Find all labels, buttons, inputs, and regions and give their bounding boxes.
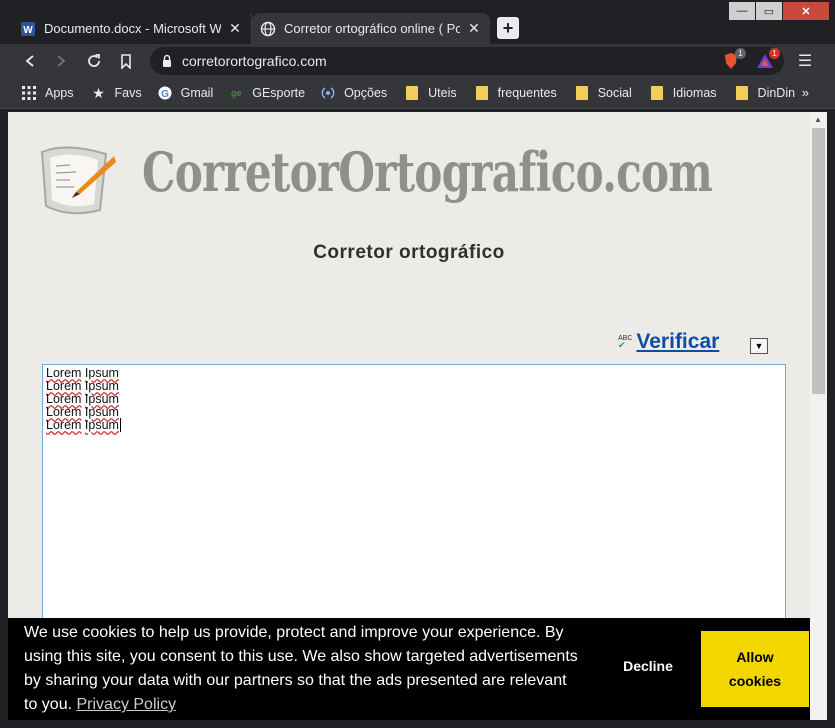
folder-icon bbox=[735, 86, 749, 100]
options-icon bbox=[321, 86, 335, 100]
bookmark-label: frequentes bbox=[497, 86, 557, 100]
bookmark-label: Idiomas bbox=[672, 86, 717, 100]
editor-line: Lorem Ipsum bbox=[46, 366, 119, 380]
window-edge bbox=[827, 112, 835, 728]
cookie-message: We use cookies to help us provide, prote… bbox=[24, 624, 578, 713]
bookmark-label: DinDin bbox=[757, 86, 796, 100]
bookmark-label: GEsporte bbox=[252, 86, 306, 100]
bookmark-label: Opções bbox=[344, 86, 388, 100]
back-icon[interactable] bbox=[21, 52, 39, 70]
svg-text:G: G bbox=[161, 89, 169, 100]
reload-icon[interactable] bbox=[85, 52, 103, 70]
bookmark-label: Uteis bbox=[428, 86, 457, 100]
bookmark-gesporte[interactable]: ge GEsporte bbox=[229, 86, 305, 100]
editor-line: Lorem Ipsum bbox=[46, 379, 119, 393]
decline-cookies-button[interactable]: Decline bbox=[608, 658, 688, 674]
cookie-banner: We use cookies to help us provide, prote… bbox=[8, 618, 810, 720]
bookmark-favs[interactable]: ★ Favs bbox=[92, 84, 142, 101]
verify-link[interactable]: Verificar bbox=[636, 330, 719, 354]
tab-close-icon[interactable]: ✕ bbox=[466, 20, 482, 37]
scrollbar-thumb[interactable] bbox=[812, 128, 825, 394]
bookmark-folder-idiomas[interactable]: Idiomas bbox=[650, 86, 717, 100]
folder-icon bbox=[405, 86, 419, 100]
extension-badge: 1 bbox=[735, 48, 746, 59]
bookmark-folder-social[interactable]: Social bbox=[575, 86, 632, 100]
bookmark-label: Favs bbox=[114, 86, 142, 100]
forward-icon[interactable] bbox=[52, 52, 70, 70]
word-icon: W bbox=[21, 21, 35, 36]
logo-quill-icon bbox=[40, 146, 116, 215]
google-icon: G bbox=[158, 86, 172, 100]
brave-rewards-icon[interactable]: 1 bbox=[756, 48, 780, 70]
folder-icon bbox=[650, 86, 664, 100]
spellcheck-abc-icon: ABC ✔ bbox=[618, 334, 633, 350]
bookmark-opcoes[interactable]: Opções bbox=[321, 86, 387, 100]
apps-grid-icon bbox=[22, 86, 36, 100]
folder-icon bbox=[575, 86, 589, 100]
editor-line: Lorem Ipsum bbox=[46, 405, 119, 419]
bookmark-label: Social bbox=[597, 86, 632, 100]
bookmark-folder-frequentes[interactable]: frequentes bbox=[475, 86, 557, 100]
address-bar[interactable]: corretorortografico.com bbox=[150, 47, 784, 75]
minimize-button[interactable]: — bbox=[729, 2, 755, 20]
globe-icon bbox=[260, 21, 276, 36]
bookmark-label: Gmail bbox=[180, 86, 214, 100]
bookmark-folder-uteis[interactable]: Uteis bbox=[405, 86, 457, 100]
svg-text:W: W bbox=[23, 25, 33, 36]
bookmark-folder-dindin[interactable]: DinDin bbox=[735, 86, 796, 100]
menu-icon[interactable]: ☰ bbox=[796, 52, 814, 70]
bookmark-icon[interactable] bbox=[117, 52, 135, 70]
page-scrollbar[interactable]: ▲ bbox=[810, 112, 827, 720]
browser-window: W Documento.docx - Microsoft Word ✕ Corr… bbox=[0, 0, 835, 728]
url-text: corretorortografico.com bbox=[182, 53, 327, 69]
tab-close-icon[interactable]: ✕ bbox=[227, 20, 243, 37]
privacy-policy-link[interactable]: Privacy Policy bbox=[76, 696, 176, 713]
verify-control: ABC ✔ Verificar bbox=[618, 330, 719, 354]
star-icon: ★ bbox=[92, 84, 105, 101]
tab-word-document[interactable]: W Documento.docx - Microsoft Word ✕ bbox=[12, 13, 252, 44]
editor-line: Lorem Ipsum bbox=[46, 392, 119, 406]
browser-toolbar: corretorortografico.com 1 1 ☰ bbox=[0, 44, 835, 78]
chevron-down-icon[interactable]: ▼ bbox=[750, 338, 768, 354]
new-tab-button[interactable]: + bbox=[497, 17, 519, 39]
bookmarks-bar: Apps ★ Favs G Gmail ge GEsporte Opções U… bbox=[0, 78, 835, 109]
editor-line: Lorem Ipsum bbox=[46, 418, 121, 432]
bookmark-apps[interactable]: Apps bbox=[22, 86, 74, 100]
bookmark-gmail[interactable]: G Gmail bbox=[158, 86, 214, 100]
tab-corretor[interactable]: Corretor ortográfico online ( Português … bbox=[252, 13, 490, 44]
scroll-up-icon[interactable]: ▲ bbox=[814, 115, 822, 124]
ge-icon: ge bbox=[230, 88, 242, 98]
allow-cookies-button[interactable]: Allow cookies bbox=[701, 631, 809, 707]
tab-strip: W Documento.docx - Microsoft Word ✕ Corr… bbox=[0, 0, 835, 44]
brave-shield-icon[interactable]: 1 bbox=[722, 48, 746, 70]
folder-icon bbox=[475, 86, 489, 100]
site-logo-text[interactable]: CorretorOrtografico.com bbox=[142, 140, 713, 204]
tab-title: Corretor ortográfico online ( Português bbox=[284, 21, 460, 36]
maximize-button[interactable]: ▭ bbox=[756, 2, 782, 20]
tab-title: Documento.docx - Microsoft Word bbox=[44, 21, 221, 36]
lock-icon bbox=[163, 54, 171, 67]
page-title: Corretor ortográfico bbox=[313, 242, 505, 263]
bookmarks-overflow-icon[interactable]: » bbox=[802, 85, 809, 100]
bookmark-label: Apps bbox=[45, 86, 74, 100]
extension-badge: 1 bbox=[769, 48, 780, 59]
close-window-button[interactable]: ✕ bbox=[783, 2, 829, 20]
